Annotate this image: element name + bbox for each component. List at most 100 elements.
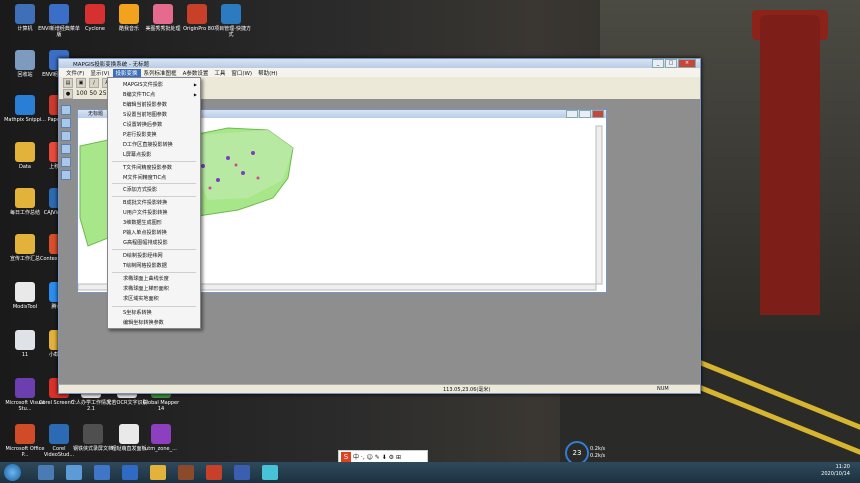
desktop-app-icon: [49, 4, 69, 24]
dropdown-item[interactable]: D绘制投影经纬网: [123, 252, 163, 259]
zoom-icon[interactable]: ●: [63, 88, 73, 99]
submenu-arrow-icon: ▶: [193, 92, 197, 97]
desktop-app-icon: [15, 282, 35, 302]
menu-separator: [112, 249, 196, 250]
ime-controls[interactable]: 中 ·, ☺ ✎ ⬇ ⚙ ⊞: [353, 452, 401, 461]
net-rates: 0.2k/s 0.2k/s: [590, 446, 605, 460]
taskbar-browser-icon[interactable]: [66, 465, 82, 480]
zoom-levels[interactable]: 100 50 25: [76, 90, 107, 97]
desktop-app-icon: [119, 424, 139, 444]
start-button[interactable]: [4, 464, 21, 481]
dropdown-item[interactable]: P进行投影变换: [123, 131, 157, 138]
select-tool-icon[interactable]: [61, 170, 71, 180]
map-feature: [216, 178, 220, 182]
map-feature: [234, 163, 238, 167]
taskbar-app-icon[interactable]: [206, 465, 222, 480]
maximize-button[interactable]: □: [665, 59, 677, 68]
taskbar-explorer-icon[interactable]: [38, 465, 54, 480]
desktop-app-icon: [15, 424, 35, 444]
dropdown-item[interactable]: G高程图幅排成投影: [123, 239, 168, 246]
desktop-app-icon: [15, 378, 35, 398]
taskbar-qq-icon[interactable]: [122, 465, 138, 480]
desktop-app-icon: [151, 424, 171, 444]
dropdown-item[interactable]: B编文件TIC点: [123, 91, 155, 98]
tray-time: 11:20: [835, 464, 850, 470]
map-feature: [208, 186, 212, 190]
vertical-scrollbar[interactable]: [595, 125, 603, 285]
child-maximize-button[interactable]: [579, 110, 591, 118]
window-title: MAPGIS投影变换系统 - 无标题: [73, 61, 150, 68]
desktop-app-icon: [49, 424, 69, 444]
dropdown-item[interactable]: C添加方式投影: [123, 186, 157, 193]
status-coordinates: 113.05,23.06(毫米): [443, 387, 491, 393]
menu-6[interactable]: 窗口(W): [228, 69, 255, 77]
menubar: 文件(F) 显示(V) 投影变换 系列标准图框 A参数设置 工具 窗口(W) 帮助(H): [59, 68, 700, 77]
child-controls: [566, 110, 604, 118]
desktop-app-icon: [15, 95, 35, 115]
desktop-app-icon: [15, 50, 35, 70]
save-icon[interactable]: ▣: [76, 77, 86, 88]
menu-2[interactable]: 投影变换: [112, 68, 141, 77]
projection-menu-dropdown: MAPGIS文件投影 ▶ B编文件TIC点 ▶ E编辑当前投影参数 S设置当前地图参数 C设…: [107, 77, 201, 329]
menu-separator: [112, 196, 196, 197]
dropdown-item[interactable]: P输入单点投影转换: [123, 229, 167, 236]
dropdown-item[interactable]: 求区域实地面积: [123, 295, 159, 302]
menu-3[interactable]: 系列标准图框: [141, 69, 180, 77]
open-icon[interactable]: ▤: [63, 77, 73, 88]
menu-1[interactable]: 显示(V): [87, 69, 112, 77]
line-icon[interactable]: ∕: [89, 77, 99, 88]
child-close-button[interactable]: [592, 110, 604, 118]
menu-5[interactable]: 工具: [211, 69, 228, 77]
network-speed-widget[interactable]: 23 0.2k/s 0.2k/s: [565, 437, 620, 465]
dropdown-item[interactable]: E编辑当前投影参数: [123, 101, 167, 108]
desktop-app-icon: [15, 188, 35, 208]
map-feature: [226, 156, 230, 160]
dropdown-item[interactable]: S设置当前地图参数: [123, 111, 167, 118]
dropdown-item[interactable]: U用户文件投影转换: [123, 209, 167, 216]
refresh-tool-icon[interactable]: [61, 157, 71, 167]
taskbar-app-icon[interactable]: [234, 465, 250, 480]
taskbar-app-icon[interactable]: [94, 465, 110, 480]
dropdown-item[interactable]: 求椭球面上梯形面积: [123, 285, 169, 292]
window-titlebar[interactable]: MAPGIS投影变换系统 - 无标题: [59, 59, 700, 68]
pointer-tool-icon[interactable]: [61, 105, 71, 115]
desktop-app-icon: [221, 4, 241, 24]
zoom-in-tool-icon[interactable]: [61, 118, 71, 128]
child-minimize-button[interactable]: [566, 110, 578, 118]
desktop-icon[interactable]: utm_zone_...: [140, 424, 182, 452]
close-button[interactable]: ×: [678, 59, 696, 68]
desktop-icon[interactable]: 0项目管理-快捷方式: [210, 4, 252, 38]
system-tray[interactable]: 11:20 2020/10/14: [821, 464, 850, 478]
dropdown-item[interactable]: T文件间精度投影参数: [123, 164, 172, 171]
dropdown-item[interactable]: L屏幕点投影: [123, 151, 151, 158]
menu-separator: [112, 272, 196, 273]
dropdown-item[interactable]: 求椭球面上曲线长度: [123, 275, 169, 282]
dropdown-item[interactable]: 编辑坐标转换参数: [123, 319, 164, 326]
menu-4[interactable]: A参数设置: [180, 69, 212, 77]
taskbar-app-icon[interactable]: [178, 465, 194, 480]
sogou-icon[interactable]: S: [341, 451, 351, 462]
desktop-app-icon: [15, 4, 35, 24]
tray-date: 2020/10/14: [821, 471, 850, 477]
dropdown-item[interactable]: T绘制网格投影数据: [123, 262, 167, 269]
menu-0[interactable]: 文件(F): [63, 69, 87, 77]
menu-separator: [112, 161, 196, 162]
dropdown-item[interactable]: C设置转换后参数: [123, 121, 162, 128]
taskbar: 11:20 2020/10/14: [0, 462, 860, 483]
dropdown-item[interactable]: 3维数据生成图形: [123, 219, 162, 226]
taskbar-folder-icon[interactable]: [150, 465, 166, 480]
desktop-app-icon: [85, 4, 105, 24]
minimize-button[interactable]: _: [652, 59, 664, 68]
window-controls: _ □ ×: [652, 59, 696, 68]
dropdown-item[interactable]: S坐标系转换: [123, 309, 152, 316]
menu-7[interactable]: 帮助(H): [255, 69, 280, 77]
pan-tool-icon[interactable]: [61, 144, 71, 154]
desktop-app-icon: [83, 424, 103, 444]
dropdown-item[interactable]: M文件间精度TIC点: [123, 174, 166, 181]
taskbar-mapgis-icon[interactable]: [262, 465, 278, 480]
dropdown-item[interactable]: MAPGIS文件投影: [123, 81, 163, 88]
dropdown-item[interactable]: D工作区直接投影转换: [123, 141, 173, 148]
dropdown-item[interactable]: B成批文件投影转换: [123, 199, 167, 206]
desktop-app-icon: [15, 142, 35, 162]
zoom-out-tool-icon[interactable]: [61, 131, 71, 141]
